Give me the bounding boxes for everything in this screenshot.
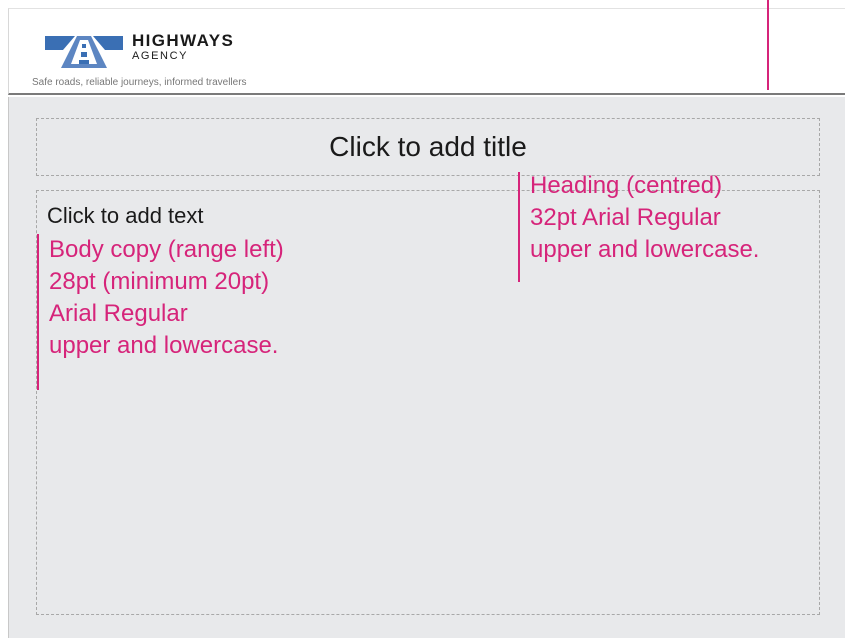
brand-tagline: Safe roads, reliable journeys, informed … xyxy=(32,77,247,88)
page: HIGHWAYS AGENCY Safe roads, reliable jou… xyxy=(0,0,845,638)
title-placeholder-box[interactable]: Click to add title xyxy=(36,118,820,176)
body-annotation-line-2: 28pt (minimum 20pt) xyxy=(49,268,270,295)
body-annotation: Body copy (range left) 28pt (minimum 20p… xyxy=(49,234,284,362)
heading-annotation-line xyxy=(518,172,520,282)
body-placeholder-text[interactable]: Click to add text xyxy=(47,203,204,229)
annotation-marker-line xyxy=(767,0,769,90)
heading-annotation: Heading (centred) 32pt Arial Regular upp… xyxy=(530,170,759,266)
body-annotation-line xyxy=(37,234,39,390)
title-placeholder-text[interactable]: Click to add title xyxy=(37,131,819,163)
slide-header: HIGHWAYS AGENCY Safe roads, reliable jou… xyxy=(8,8,845,95)
heading-annotation-line-3: upper and lowercase. xyxy=(530,236,760,263)
brand-subtitle: AGENCY xyxy=(132,50,189,62)
body-annotation-line-1: Body copy (range left) xyxy=(49,236,284,263)
highways-agency-logo-icon xyxy=(45,36,123,68)
body-annotation-line-4: upper and lowercase. xyxy=(49,332,279,359)
brand-name: HIGHWAYS xyxy=(132,31,235,50)
body-annotation-line-3: Arial Regular xyxy=(49,300,188,327)
heading-annotation-line-1: Heading (centred) xyxy=(530,172,723,199)
heading-annotation-line-2: 32pt Arial Regular xyxy=(530,204,721,231)
